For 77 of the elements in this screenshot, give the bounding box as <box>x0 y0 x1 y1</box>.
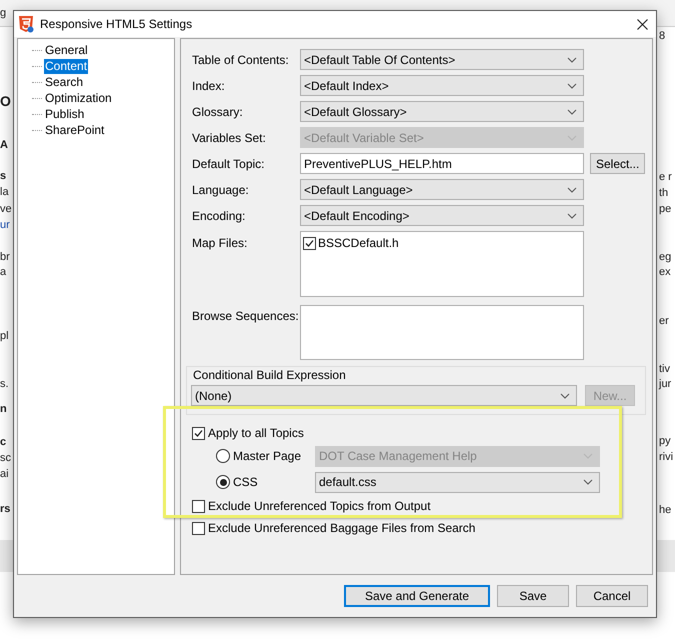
document-text: py <box>659 434 671 448</box>
document-text: ve <box>0 202 12 216</box>
checkbox[interactable] <box>192 522 205 534</box>
field-label: Browse Sequences: <box>192 308 300 325</box>
document-text: n <box>0 402 7 416</box>
document-text: A <box>0 138 8 152</box>
dropdown[interactable]: <Default Glossary> <box>300 101 584 122</box>
checkbox[interactable] <box>192 500 205 512</box>
tree-item[interactable]: Optimization <box>44 90 113 106</box>
dropdown[interactable]: <Default Table Of Contents> <box>300 49 584 70</box>
field-label: Language: <box>192 182 250 198</box>
document-text: he <box>659 503 672 517</box>
field-label: Table of Contents: <box>192 52 290 68</box>
document-text: rs <box>0 502 10 516</box>
dialog-button[interactable]: Cancel <box>576 585 648 607</box>
field-label: Map Files: <box>192 235 248 252</box>
tree-item[interactable]: General <box>44 42 89 58</box>
select-button[interactable]: Select... <box>590 153 646 174</box>
document-text: e r <box>659 170 672 184</box>
close-icon[interactable] <box>637 18 648 30</box>
dropdown[interactable]: (None) <box>191 385 577 406</box>
document-link[interactable]: ur <box>0 218 10 232</box>
tree-item[interactable]: SharePoint <box>44 122 106 138</box>
shield-icon <box>18 15 34 33</box>
radio-label: CSS <box>232 474 259 491</box>
chevron-icon <box>567 56 577 62</box>
document-text: jur <box>659 377 672 391</box>
field-label: Encoding: <box>192 208 246 224</box>
document-text: th <box>659 186 668 200</box>
document-text: sc <box>0 451 11 465</box>
text-field[interactable]: PreventivePLUS_HELP.htm <box>300 153 584 174</box>
dialog-button[interactable]: Save <box>497 585 569 607</box>
checkbox-label: Exclude Unreferenced Baggage Files from Search <box>208 520 476 537</box>
checkbox-label: Exclude Unreferenced Topics from Output <box>208 498 431 515</box>
document-text: pl <box>0 329 9 343</box>
tree-item[interactable]: Search <box>44 74 84 90</box>
document-text: br <box>0 250 10 264</box>
document-text: g <box>0 6 6 20</box>
document-text: eg <box>659 250 672 264</box>
chevron-icon <box>583 479 593 485</box>
document-text: O <box>0 94 11 108</box>
chevron-icon <box>567 212 577 218</box>
document-text: pe <box>659 202 672 216</box>
document-text: c <box>0 435 6 449</box>
document-text: ex <box>659 265 671 279</box>
checkbox-label: Apply to all Topics <box>208 425 304 442</box>
field-label: Variables Set: <box>192 130 267 146</box>
dialog-button[interactable]: Save and Generate <box>344 585 490 607</box>
document-text: a <box>0 265 6 279</box>
dropdown[interactable]: default.css <box>315 472 600 492</box>
radio-label: Master Page <box>232 448 302 465</box>
document-text: la <box>0 185 9 199</box>
tree-item[interactable]: Content <box>44 58 88 74</box>
document-text: 8 <box>659 29 666 43</box>
checkbox[interactable] <box>192 426 205 440</box>
list-item[interactable]: BSSCDefault.h <box>318 234 399 252</box>
dropdown[interactable]: <Default Encoding> <box>300 205 584 226</box>
chevron-icon <box>567 82 577 88</box>
chevron-icon <box>567 186 577 192</box>
document-text: s. <box>0 377 9 391</box>
field-label: Glossary: <box>192 104 244 120</box>
group-title: Conditional Build Expression <box>192 367 347 384</box>
dropdown[interactable]: <Default Language> <box>300 179 584 200</box>
document-text: ai <box>0 467 9 481</box>
field-label: Default Topic: <box>192 156 266 172</box>
tree-item[interactable]: Publish <box>44 106 86 122</box>
document-text: rivi <box>659 450 674 464</box>
field-label: Index: <box>192 78 226 94</box>
chevron-icon <box>560 392 570 398</box>
radio-button[interactable] <box>216 475 230 489</box>
document-text: er <box>659 314 669 328</box>
dropdown[interactable]: <Default Index> <box>300 75 584 96</box>
window-title: Responsive HTML5 Settings <box>40 16 192 33</box>
checkbox[interactable] <box>303 236 316 250</box>
document-text: s <box>0 169 6 183</box>
document-text: tiv <box>659 362 670 376</box>
chevron-icon <box>567 108 577 114</box>
